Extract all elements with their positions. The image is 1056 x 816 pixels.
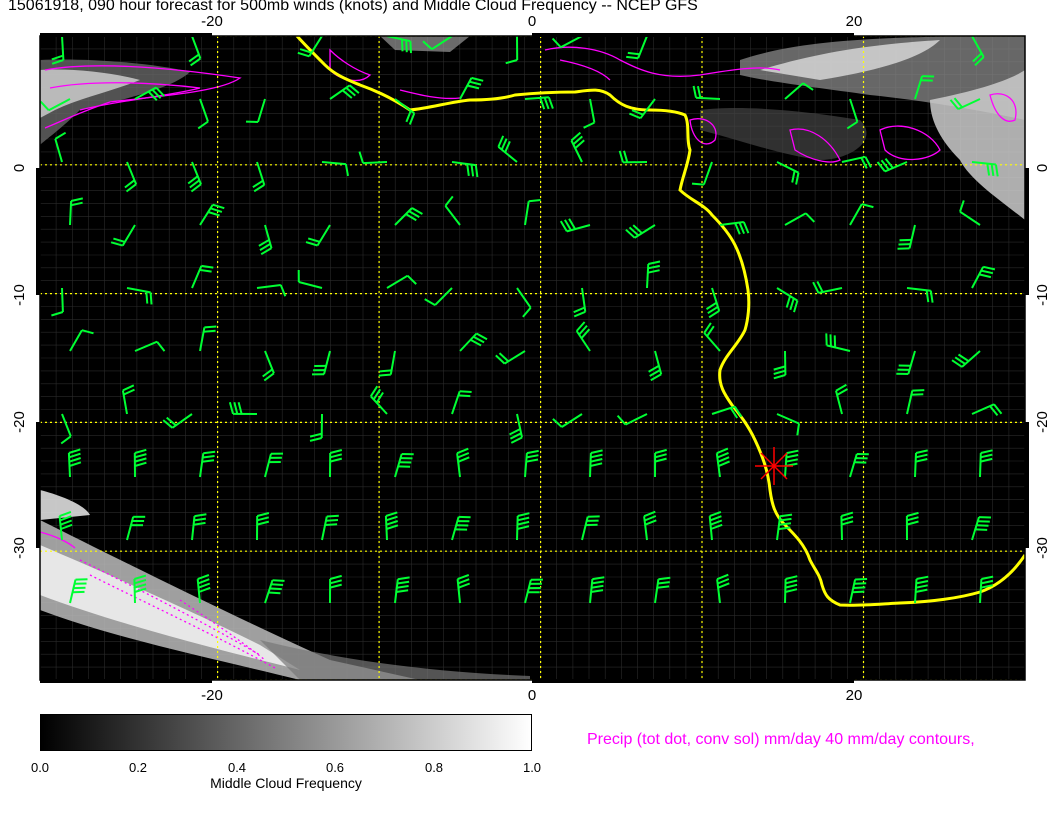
frame-bar-right <box>1025 168 1029 295</box>
wind-barb-feather <box>768 7 778 14</box>
wind-barb-feather <box>459 390 472 393</box>
frame-bar-top-right <box>532 33 854 37</box>
frame-bar-bottom-left <box>40 679 212 683</box>
wind-barb-feather <box>268 591 281 595</box>
wind-barb-feather <box>770 11 780 18</box>
wind-barb-feather <box>325 519 339 522</box>
wind-barb-feather <box>627 51 640 56</box>
wind-barb-feather <box>657 585 670 589</box>
precip-legend-note: Precip (tot dot, conv sol) mm/day 40 mm/… <box>587 731 975 748</box>
wind-barb-feather <box>145 291 149 304</box>
wind-barb-feather <box>272 579 285 582</box>
frame-bar-left <box>36 422 40 548</box>
wind-barb-feather <box>401 39 404 52</box>
wind-barb <box>257 15 280 37</box>
wind-barb-shaft <box>775 36 777 37</box>
wind-barb-feather <box>268 15 280 18</box>
wind-barb-feather <box>204 325 217 329</box>
wind-barb-feather <box>405 40 408 53</box>
wind-barb-feather <box>911 393 924 396</box>
wind-barb-feather <box>856 22 867 28</box>
wind-barb-feather <box>853 586 866 589</box>
colorbar-tick: 0.8 <box>424 760 444 775</box>
wind-barb-feather <box>658 576 671 581</box>
colorbar-label: Middle Cloud Frequency <box>210 775 362 791</box>
frame-bar-top-left <box>40 33 212 37</box>
wind-barb-feather <box>771 15 781 22</box>
wind-barb-feather <box>854 582 867 585</box>
wind-barb-feather <box>326 514 339 518</box>
wind-barb-feather <box>378 373 391 377</box>
wind-barb-feather <box>149 292 153 305</box>
wind-barb-feather <box>859 19 870 25</box>
wind-barb-feather <box>975 528 988 531</box>
colorbar-tick: 0.0 <box>30 760 50 775</box>
wind-barb-shaft <box>905 36 907 37</box>
wind-barb-feather <box>734 25 742 34</box>
wind-barb-feather <box>912 389 925 392</box>
wind-barb-feather <box>203 329 216 333</box>
colorbar-tick: 0.6 <box>325 760 345 775</box>
wind-barb <box>768 7 781 37</box>
colorbar <box>40 714 532 751</box>
wind-barb-feather <box>143 18 154 23</box>
forecast-map <box>36 7 1029 683</box>
wind-barb-feather <box>325 523 338 526</box>
frame-bar-left <box>36 168 40 295</box>
wind-barb-feather <box>269 587 282 591</box>
wind-barb-feather <box>528 199 541 203</box>
wind-barb-feather <box>657 581 670 585</box>
wind-barb-feather <box>626 55 639 60</box>
colorbar-tick: 0.4 <box>227 760 247 775</box>
wind-barb-shaft <box>61 287 64 313</box>
colorbar-tick: 0.2 <box>128 760 148 775</box>
wind-barb-feather <box>852 590 865 594</box>
wind-barb <box>900 7 910 37</box>
colorbar-tick: 1.0 <box>522 760 542 775</box>
wind-barb-shaft <box>257 36 259 37</box>
wind-barb-shaft <box>362 161 388 165</box>
wind-barb-feather <box>266 19 278 22</box>
wind-barb-feather <box>900 7 910 13</box>
wind-barb-feather <box>264 23 276 26</box>
wind-barb-feather <box>691 182 704 186</box>
wind-barb-feather <box>409 41 412 54</box>
wind-barb-feather <box>855 578 868 581</box>
wind-barb-feather <box>379 369 392 373</box>
frame-bar-right <box>1025 422 1029 548</box>
wind-barb-feather <box>271 583 284 586</box>
wind-barb-feather <box>458 394 471 398</box>
frame-bar-bottom-right <box>532 679 854 683</box>
